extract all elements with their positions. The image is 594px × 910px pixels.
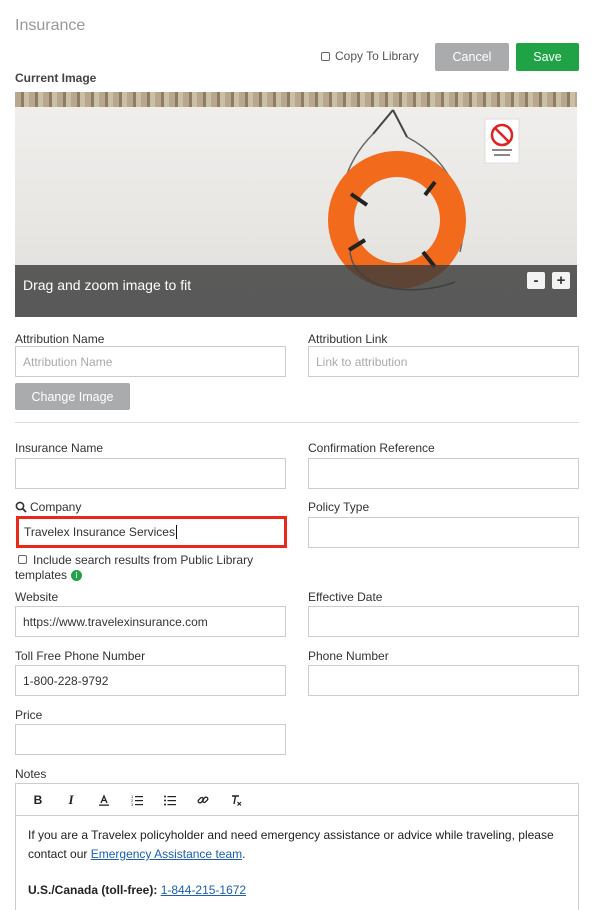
company-label: Company xyxy=(30,500,82,514)
include-public-checkbox[interactable] xyxy=(18,555,27,564)
notes-phone-line: U.S./Canada (toll-free): 1-844-215-1672 xyxy=(28,881,568,900)
drag-zoom-hint: Drag and zoom image to fit xyxy=(23,277,192,293)
company-label-row: Company xyxy=(15,500,81,514)
notes-label: Notes xyxy=(15,767,47,781)
include-public-label-line1: Include search results from Public Libra… xyxy=(33,553,254,567)
notes-phone-label: U.S./Canada (toll-free): xyxy=(28,883,158,897)
bold-icon[interactable]: B xyxy=(27,790,49,810)
zoom-in-button[interactable]: + xyxy=(552,272,570,289)
toll-free-input[interactable]: 1-800-228-9792 xyxy=(15,665,286,696)
price-label: Price xyxy=(15,708,43,722)
phone-link[interactable]: 1-844-215-1672 xyxy=(161,883,246,897)
confirmation-reference-input[interactable] xyxy=(308,458,579,489)
policy-type-input[interactable] xyxy=(308,517,579,548)
confirmation-reference-label: Confirmation Reference xyxy=(308,441,435,455)
editor-toolbar: B I 123 xyxy=(16,784,578,816)
attribution-name-input[interactable]: Attribution Name xyxy=(15,346,286,377)
notes-line1: If you are a Travelex policyholder and n… xyxy=(28,828,554,842)
attribution-link-label: Attribution Link xyxy=(308,332,388,346)
phone-number-label: Phone Number xyxy=(308,649,389,663)
zoom-out-button[interactable]: - xyxy=(527,272,545,289)
attribution-link-input[interactable]: Link to attribution xyxy=(308,346,579,377)
emergency-assistance-link[interactable]: Emergency Assistance team xyxy=(91,847,242,861)
toll-free-label: Toll Free Phone Number xyxy=(15,649,146,663)
notes-line2: contact our Emergency Assistance team. xyxy=(28,845,568,864)
ordered-list-icon[interactable]: 123 xyxy=(126,790,148,810)
text-caret xyxy=(175,525,177,539)
save-button[interactable]: Save xyxy=(516,43,579,71)
company-value: Travelex Insurance Services xyxy=(24,525,175,539)
svg-text:3: 3 xyxy=(131,802,134,806)
search-icon xyxy=(15,501,27,513)
image-cropper[interactable]: Drag and zoom image to fit - + xyxy=(15,92,577,317)
insurance-name-label: Insurance Name xyxy=(15,441,104,455)
effective-date-label: Effective Date xyxy=(308,590,383,604)
attribution-name-placeholder: Attribution Name xyxy=(23,354,113,369)
font-color-icon[interactable] xyxy=(93,790,115,810)
link-icon[interactable] xyxy=(192,790,214,810)
current-image-label: Current Image xyxy=(15,71,97,85)
change-image-button[interactable]: Change Image xyxy=(15,383,130,410)
info-icon[interactable]: i xyxy=(71,570,83,582)
price-input[interactable] xyxy=(15,724,286,755)
notes-line2-suffix: . xyxy=(242,847,246,861)
copy-to-library-option[interactable]: Copy To Library xyxy=(321,49,419,63)
website-input[interactable]: https://www.travelexinsurance.com xyxy=(15,606,286,637)
policy-type-label: Policy Type xyxy=(308,500,370,514)
page-title: Insurance xyxy=(15,17,86,34)
clear-format-icon[interactable] xyxy=(225,790,247,810)
italic-icon[interactable]: I xyxy=(60,790,82,810)
insurance-name-input[interactable] xyxy=(15,458,286,489)
notes-blank-line xyxy=(28,864,568,881)
website-label: Website xyxy=(15,590,59,604)
bullet-list-icon[interactable] xyxy=(159,790,181,810)
copy-to-library-checkbox[interactable] xyxy=(321,51,330,61)
copy-to-library-label: Copy To Library xyxy=(335,49,419,63)
include-public-option[interactable]: Include search results from Public Libra… xyxy=(15,553,288,583)
company-input[interactable]: Travelex Insurance Services xyxy=(16,516,287,548)
notes-content[interactable]: If you are a Travelex policyholder and n… xyxy=(28,826,568,900)
divider xyxy=(15,422,579,423)
cancel-button[interactable]: Cancel xyxy=(435,43,509,71)
notes-line2-prefix: contact our xyxy=(28,847,88,861)
include-public-label-line2: templates xyxy=(15,568,68,582)
phone-number-input[interactable] xyxy=(308,665,579,696)
attribution-name-label: Attribution Name xyxy=(15,332,105,346)
notes-editor[interactable]: B I 123 If you are a Travelex policyhold… xyxy=(15,783,579,910)
attribution-link-placeholder: Link to attribution xyxy=(316,354,408,369)
effective-date-input[interactable] xyxy=(308,606,579,637)
